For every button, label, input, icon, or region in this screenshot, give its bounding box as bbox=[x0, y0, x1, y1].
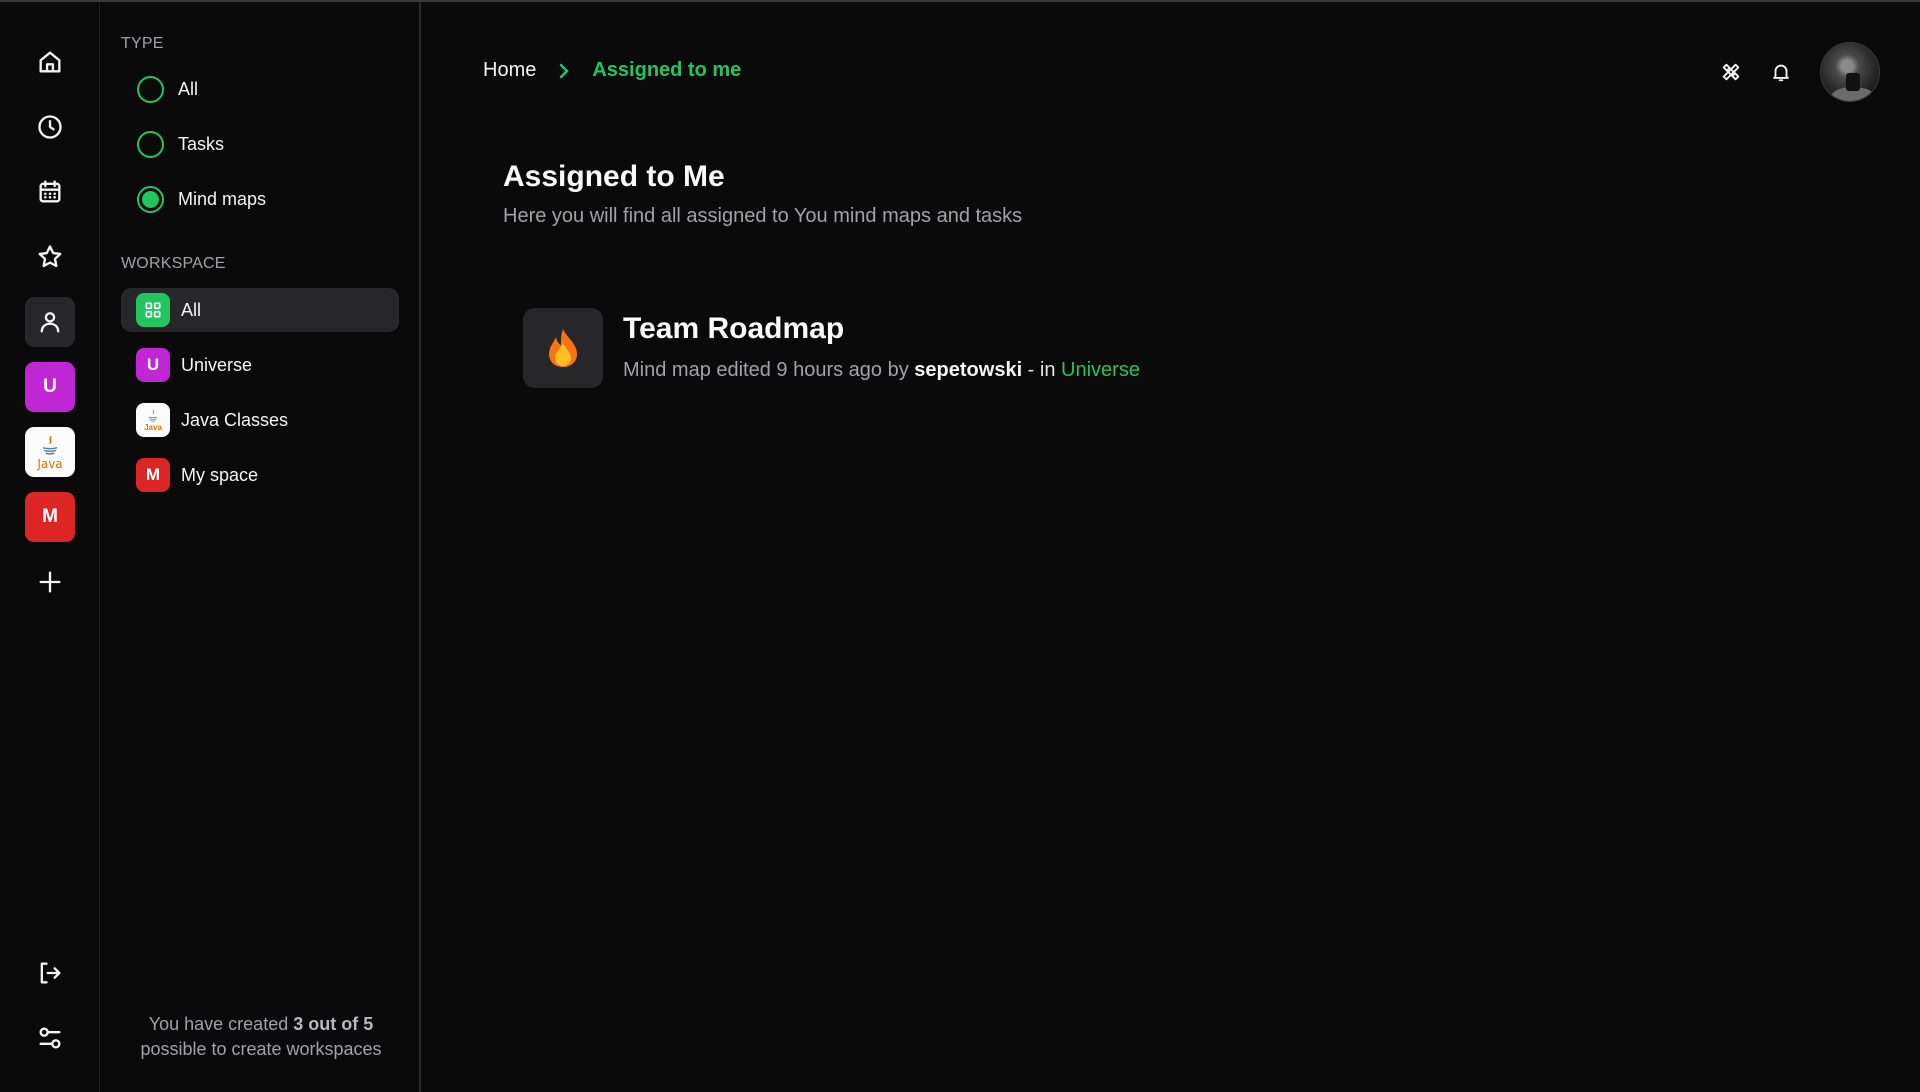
workspace-avatar: U bbox=[136, 348, 170, 382]
workspace-label: Universe bbox=[181, 354, 253, 375]
nav-favorites-button[interactable] bbox=[25, 232, 75, 282]
bell-icon bbox=[1773, 64, 1789, 82]
calendar-icon bbox=[39, 180, 61, 203]
chevron-right-icon bbox=[556, 62, 572, 80]
type-filter-tasks[interactable]: Tasks bbox=[137, 131, 224, 158]
rail-workspace-java-classes[interactable]: Java bbox=[25, 427, 75, 477]
radio-dot bbox=[142, 191, 159, 208]
user-icon bbox=[40, 312, 60, 333]
header-actions bbox=[1706, 42, 1880, 102]
nav-calendar-button[interactable] bbox=[25, 167, 75, 217]
type-filter-mind-maps[interactable]: Mind maps bbox=[137, 186, 266, 213]
radio-button[interactable] bbox=[137, 131, 164, 158]
nav-recent-button[interactable] bbox=[25, 102, 75, 152]
workspace-label: Java Classes bbox=[181, 409, 289, 430]
settings-button[interactable] bbox=[25, 1013, 75, 1063]
settings-sliders-icon bbox=[39, 1027, 61, 1049]
plus-icon bbox=[39, 571, 61, 593]
clock-icon bbox=[38, 115, 62, 139]
item-title[interactable]: Team Roadmap bbox=[623, 312, 1140, 346]
breadcrumb-current: Assigned to me bbox=[592, 59, 742, 81]
item-workspace-link[interactable]: Universe bbox=[1061, 359, 1140, 381]
home-icon bbox=[39, 51, 61, 73]
java-logo-icon bbox=[42, 436, 58, 455]
assigned-item-card[interactable]: Team Roadmap Mind map edited 9 hours ago… bbox=[523, 308, 1140, 388]
card-body: Team Roadmap Mind map edited 9 hours ago… bbox=[623, 308, 1140, 382]
radio-label: All bbox=[178, 79, 199, 99]
workspace-filter-universe[interactable]: U Universe bbox=[121, 343, 399, 387]
main-content: Home Assigned to me Assigned to Me Here … bbox=[423, 2, 1920, 1092]
java-logo-text: Java bbox=[144, 423, 162, 432]
quota-suffix: possible to create workspaces bbox=[140, 1039, 382, 1059]
tools-icon bbox=[1722, 63, 1740, 81]
workspace-quota-text: You have created 3 out of 5 possible to … bbox=[101, 1012, 421, 1062]
quota-prefix: You have created bbox=[148, 1014, 294, 1034]
star-icon bbox=[38, 245, 62, 268]
workspace-filter-java-classes[interactable]: Java Java Classes bbox=[121, 398, 399, 442]
workspace-initial: M bbox=[42, 506, 58, 527]
workspace-label: All bbox=[181, 299, 202, 320]
quota-count: 3 out of 5 bbox=[293, 1014, 374, 1034]
item-meta: Mind map edited 9 hours ago by sepetowsk… bbox=[623, 359, 1140, 382]
workspace-filter-all[interactable]: All bbox=[121, 288, 399, 332]
nav-assigned-button[interactable] bbox=[25, 297, 75, 347]
logout-button[interactable] bbox=[25, 948, 75, 998]
workspace-section-label: WORKSPACE bbox=[121, 255, 226, 272]
type-filter-all[interactable]: All bbox=[137, 76, 198, 103]
java-logo-text: Java bbox=[37, 457, 63, 471]
item-meta-separator: - in bbox=[1022, 359, 1062, 381]
icon-rail: U Java M bbox=[0, 2, 100, 1092]
workspace-filter-my-space[interactable]: M My space bbox=[121, 453, 399, 497]
breadcrumb: Home Assigned to me bbox=[483, 59, 741, 82]
filter-sidebar: TYPE All Tasks Mind maps WORKSPACE All U… bbox=[101, 2, 421, 1092]
page-subtitle: Here you will find all assigned to You m… bbox=[503, 205, 1023, 227]
type-section-label: TYPE bbox=[121, 35, 164, 52]
fire-icon bbox=[523, 308, 603, 388]
workspace-initial: U bbox=[43, 376, 57, 397]
radio-label: Mind maps bbox=[178, 189, 267, 209]
grid-icon bbox=[136, 293, 170, 327]
notifications-button[interactable] bbox=[1756, 47, 1806, 97]
rail-workspace-my-space[interactable]: M bbox=[25, 492, 75, 542]
tools-button[interactable] bbox=[1706, 47, 1756, 97]
java-logo-icon: Java bbox=[136, 403, 170, 437]
add-workspace-button[interactable] bbox=[25, 557, 75, 607]
radio-label: Tasks bbox=[178, 134, 225, 154]
rail-workspace-universe[interactable]: U bbox=[25, 362, 75, 412]
workspace-label: My space bbox=[181, 464, 259, 485]
radio-button-selected[interactable] bbox=[137, 186, 164, 213]
radio-button[interactable] bbox=[137, 76, 164, 103]
item-meta-prefix: Mind map edited 9 hours ago by bbox=[623, 359, 915, 381]
user-avatar[interactable] bbox=[1820, 42, 1880, 102]
breadcrumb-home-link[interactable]: Home bbox=[483, 59, 536, 82]
nav-home-button[interactable] bbox=[25, 37, 75, 87]
logout-icon bbox=[40, 962, 61, 984]
workspace-avatar: M bbox=[136, 458, 170, 492]
item-author: sepetowski bbox=[914, 359, 1023, 381]
page-title: Assigned to Me bbox=[503, 160, 725, 193]
